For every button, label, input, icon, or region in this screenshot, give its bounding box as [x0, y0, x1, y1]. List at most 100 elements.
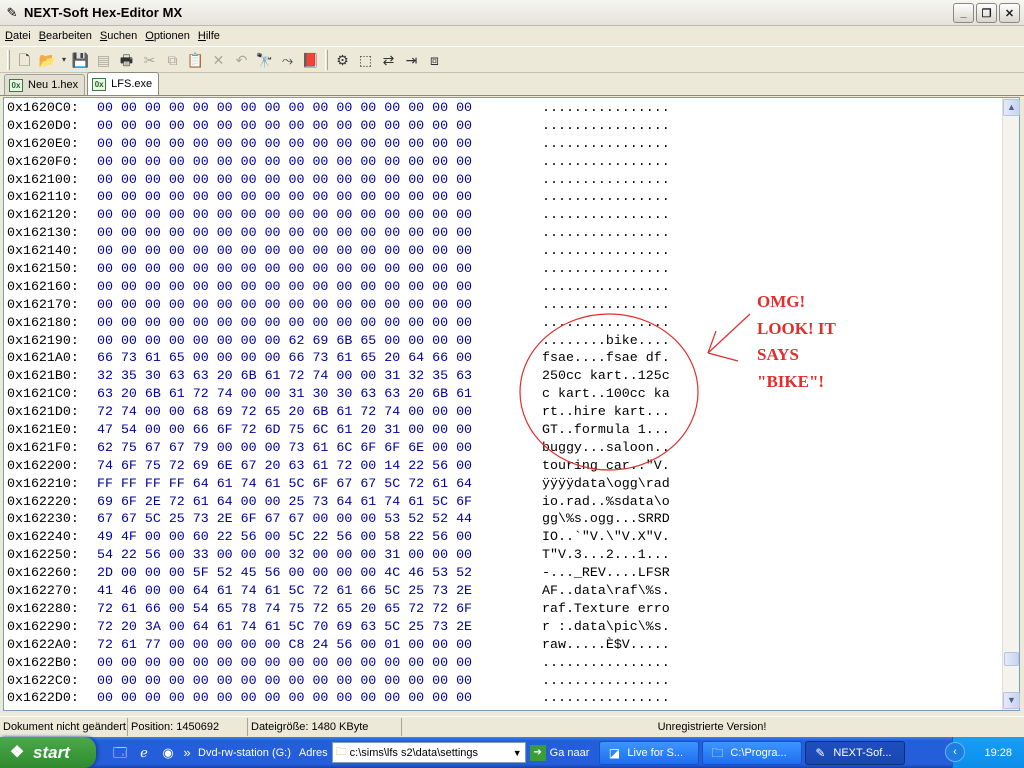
quicklaunch-browser[interactable]: ℯ: [134, 743, 154, 763]
row-hex-bytes[interactable]: 72 61 66 00 54 65 78 74 75 72 65 20 65 7…: [97, 600, 542, 618]
menu-bearbeiten[interactable]: Bearbeiten: [36, 27, 95, 45]
print-button[interactable]: 🖶: [115, 49, 138, 71]
row-hex-bytes[interactable]: 00 00 00 00 00 00 00 00 00 00 00 00 00 0…: [97, 689, 542, 707]
row-ascii[interactable]: AF..data\raf\%s.: [542, 582, 670, 600]
settings-button[interactable]: ⚙: [331, 49, 354, 71]
replace-button[interactable]: ⇄: [377, 49, 400, 71]
row-hex-bytes[interactable]: 00 00 00 00 00 00 00 00 00 00 00 00 00 0…: [97, 99, 542, 117]
row-ascii[interactable]: T"V.3...2...1...: [542, 546, 670, 564]
row-ascii[interactable]: ................: [542, 278, 670, 296]
row-hex-bytes[interactable]: 00 00 00 00 00 00 00 00 00 00 00 00 00 0…: [97, 296, 542, 314]
hex-row[interactable]: 0x1620E0: 00 00 00 00 00 00 00 00 00 00 0…: [7, 135, 997, 153]
row-ascii[interactable]: ................: [542, 153, 670, 171]
row-ascii[interactable]: -..._REV....LFSR: [542, 564, 670, 582]
hex-row[interactable]: 0x162200: 74 6F 75 72 69 6E 67 20 63 61 7…: [7, 457, 997, 475]
row-hex-bytes[interactable]: 00 00 00 00 00 00 00 00 00 00 00 00 00 0…: [97, 117, 542, 135]
row-hex-bytes[interactable]: 00 00 00 00 00 00 00 00 00 00 00 00 00 0…: [97, 672, 542, 690]
row-ascii[interactable]: io.rad..%sdata\o: [542, 493, 670, 511]
row-ascii[interactable]: IO..`"V.\"V.X"V.: [542, 528, 670, 546]
save-all-button[interactable]: ▤: [92, 49, 115, 71]
row-hex-bytes[interactable]: 72 61 77 00 00 00 00 00 C8 24 56 00 01 0…: [97, 636, 542, 654]
row-hex-bytes[interactable]: 69 6F 2E 72 61 64 00 00 25 73 64 61 74 6…: [97, 493, 542, 511]
hex-row[interactable]: 0x1620F0: 00 00 00 00 00 00 00 00 00 00 0…: [7, 153, 997, 171]
row-ascii[interactable]: fsae....fsae df.: [542, 349, 670, 367]
undo-button[interactable]: ↶: [230, 49, 253, 71]
clock[interactable]: 19:28: [984, 747, 1012, 759]
row-hex-bytes[interactable]: 72 74 00 00 68 69 72 65 20 6B 61 72 74 0…: [97, 403, 542, 421]
menu-optionen[interactable]: Optionen: [142, 27, 193, 45]
row-ascii[interactable]: gg\%s.ogg...SRRD: [542, 510, 670, 528]
find-next-button[interactable]: ⤳: [276, 49, 299, 71]
row-ascii[interactable]: ................: [542, 654, 670, 672]
row-ascii[interactable]: ÿÿÿÿdata\ogg\rad: [542, 475, 670, 493]
scroll-up-button[interactable]: ▲: [1003, 99, 1020, 116]
go-button[interactable]: ➔ Ga naar: [529, 744, 589, 761]
row-hex-bytes[interactable]: 49 4F 00 00 60 22 56 00 5C 22 56 00 58 2…: [97, 528, 542, 546]
row-ascii[interactable]: ................: [542, 242, 670, 260]
menu-hilfe[interactable]: Hilfe: [195, 27, 223, 45]
taskbar-item-program-files[interactable]: 🗀 C:\Progra...: [702, 740, 803, 765]
row-hex-bytes[interactable]: 54 22 56 00 33 00 00 00 32 00 00 00 31 0…: [97, 546, 542, 564]
row-ascii[interactable]: ................: [542, 188, 670, 206]
scroll-down-button[interactable]: ▼: [1003, 692, 1020, 709]
row-hex-bytes[interactable]: 00 00 00 00 00 00 00 00 00 00 00 00 00 0…: [97, 206, 542, 224]
hex-row[interactable]: 0x1622D0: 00 00 00 00 00 00 00 00 00 00 0…: [7, 689, 997, 707]
vertical-scrollbar[interactable]: ▲ ▼: [1002, 98, 1020, 710]
hex-row[interactable]: 0x162150: 00 00 00 00 00 00 00 00 00 00 0…: [7, 260, 997, 278]
toolbar-grip[interactable]: [7, 49, 10, 70]
hex-row[interactable]: 0x1622B0: 00 00 00 00 00 00 00 00 00 00 0…: [7, 654, 997, 672]
hex-view[interactable]: 0x1620C0: 00 00 00 00 00 00 00 00 00 00 0…: [3, 97, 1020, 711]
start-button[interactable]: ❖ start: [0, 737, 96, 768]
row-hex-bytes[interactable]: 00 00 00 00 00 00 00 00 00 00 00 00 00 0…: [97, 314, 542, 332]
row-ascii[interactable]: raf.Texture erro: [542, 600, 670, 618]
open-button[interactable]: 📂: [36, 49, 59, 71]
hex-row[interactable]: 0x1620D0: 00 00 00 00 00 00 00 00 00 00 0…: [7, 117, 997, 135]
quicklaunch-media[interactable]: ◉: [158, 743, 178, 763]
row-ascii[interactable]: c kart..100cc ka: [542, 385, 670, 403]
row-ascii[interactable]: 250cc kart..125c: [542, 367, 670, 385]
row-ascii[interactable]: touring car.."V.: [542, 457, 670, 475]
hex-row[interactable]: 0x162220: 69 6F 2E 72 61 64 00 00 25 73 6…: [7, 493, 997, 511]
hex-row[interactable]: 0x1621E0: 47 54 00 00 66 6F 72 6D 75 6C 6…: [7, 421, 997, 439]
delete-button[interactable]: ✕: [207, 49, 230, 71]
minimize-button[interactable]: _: [953, 3, 974, 23]
hex-row[interactable]: 0x162290: 72 20 3A 00 64 61 74 61 5C 70 6…: [7, 618, 997, 636]
menu-datei[interactable]: Datei: [2, 27, 34, 45]
hex-row[interactable]: 0x1622A0: 72 61 77 00 00 00 00 00 C8 24 5…: [7, 636, 997, 654]
row-ascii[interactable]: buggy...saloon..: [542, 439, 670, 457]
row-hex-bytes[interactable]: 67 67 5C 25 73 2E 6F 67 67 00 00 00 53 5…: [97, 510, 542, 528]
hex-row[interactable]: 0x162100: 00 00 00 00 00 00 00 00 00 00 0…: [7, 171, 997, 189]
paste-button[interactable]: 📋: [184, 49, 207, 71]
save-button[interactable]: 💾: [69, 49, 92, 71]
row-hex-bytes[interactable]: 00 00 00 00 00 00 00 00 00 00 00 00 00 0…: [97, 171, 542, 189]
row-ascii[interactable]: r :.data\pic\%s.: [542, 618, 670, 636]
row-ascii[interactable]: ................: [542, 117, 670, 135]
row-ascii[interactable]: ................: [542, 171, 670, 189]
hex-row[interactable]: 0x1622C0: 00 00 00 00 00 00 00 00 00 00 0…: [7, 672, 997, 690]
title-bar[interactable]: ✎ NEXT-Soft Hex-Editor MX _ ❐ ✕: [0, 0, 1024, 26]
row-ascii[interactable]: ................: [542, 314, 670, 332]
menu-suchen[interactable]: Suchen: [97, 27, 140, 45]
row-ascii[interactable]: raw.....È$V.....: [542, 636, 670, 654]
chevron-down-icon[interactable]: ▼: [513, 748, 522, 758]
row-hex-bytes[interactable]: 00 00 00 00 00 00 00 00 62 69 6B 65 00 0…: [97, 332, 542, 350]
hex-row[interactable]: 0x162230: 67 67 5C 25 73 2E 6F 67 67 00 0…: [7, 510, 997, 528]
tray-expand-icon[interactable]: ‹: [945, 742, 965, 762]
taskbar-item-hex-editor[interactable]: ✎ NEXT-Sof...: [805, 740, 906, 765]
row-ascii[interactable]: ................: [542, 296, 670, 314]
tab-neu-1-hex[interactable]: 0x Neu 1.hex: [4, 74, 86, 95]
hex-row[interactable]: 0x162250: 54 22 56 00 33 00 00 00 32 00 0…: [7, 546, 997, 564]
row-hex-bytes[interactable]: 47 54 00 00 66 6F 72 6D 75 6C 61 20 31 0…: [97, 421, 542, 439]
hex-row[interactable]: 0x162270: 41 46 00 00 64 61 74 61 5C 72 6…: [7, 582, 997, 600]
taskbar-item-live-for-speed[interactable]: ◪ Live for S...: [599, 740, 700, 765]
row-hex-bytes[interactable]: 00 00 00 00 00 00 00 00 00 00 00 00 00 0…: [97, 260, 542, 278]
row-hex-bytes[interactable]: 00 00 00 00 00 00 00 00 00 00 00 00 00 0…: [97, 153, 542, 171]
close-button[interactable]: ✕: [999, 3, 1020, 23]
hex-row[interactable]: 0x1621F0: 62 75 67 67 79 00 00 00 73 61 6…: [7, 439, 997, 457]
row-hex-bytes[interactable]: 74 6F 75 72 69 6E 67 20 63 61 72 00 14 2…: [97, 457, 542, 475]
row-hex-bytes[interactable]: 41 46 00 00 64 61 74 61 5C 72 61 66 5C 2…: [97, 582, 542, 600]
row-hex-bytes[interactable]: 00 00 00 00 00 00 00 00 00 00 00 00 00 0…: [97, 188, 542, 206]
restore-button[interactable]: ❐: [976, 3, 997, 23]
row-ascii[interactable]: ................: [542, 206, 670, 224]
quicklaunch-explorer[interactable]: 🗔: [110, 743, 130, 763]
